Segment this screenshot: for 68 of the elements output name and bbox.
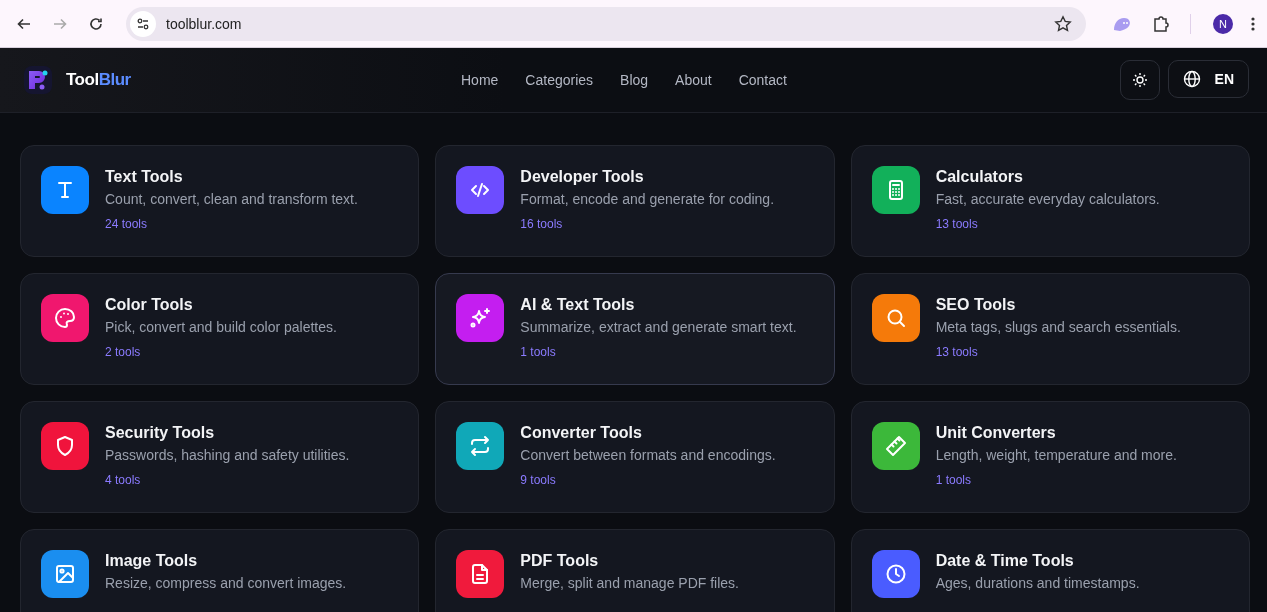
category-description: Meta tags, slugs and search essentials. [935,319,1181,335]
url-text: toolblur.com [166,15,242,32]
tool-count: 24 tools [105,217,149,231]
tool-count: 1 tools [935,473,972,487]
logo-icon[interactable] [24,66,52,94]
menu-icon[interactable] [1251,15,1255,32]
logo-text[interactable]: ToolBlur [66,70,131,90]
category-card[interactable]: Unit Converters Length, weight, temperature and more. 1 tools [850,401,1250,513]
category-card[interactable]: Color Tools Pick, convert and build color palettes. 2 tools [20,273,420,385]
tool-count: 2 tools [105,345,142,359]
tool-count: 4 tools [105,473,142,487]
category-card[interactable]: SEO Tools Meta tags, slugs and search essentials. 13 tools [850,273,1250,385]
category-description: Length, weight, temperature and more. [935,447,1177,463]
theme-toggle-button[interactable] [1119,60,1160,100]
category-card[interactable]: Text Tools Count, convert, clean and transform text. 24 tools [20,145,420,257]
category-description: Resize, compress and convert images. [105,575,347,591]
tool-count: 13 tools [935,345,979,359]
category-title: Image Tools [105,552,199,570]
nav-link[interactable]: Blog [620,72,649,88]
category-description: Pick, convert and build color palettes. [105,319,337,335]
nav-link[interactable]: About [675,72,712,88]
address-bar[interactable]: toolblur.com [126,6,1086,41]
category-title: Converter Tools [520,424,643,442]
tool-count: 13 tools [935,217,979,231]
category-card[interactable]: Converter Tools Convert between formats and encodings. 9 tools [435,401,835,513]
site-settings-icon[interactable] [130,10,156,37]
tool-count: 9 tools [520,473,557,487]
category-card[interactable]: Calculators Fast, accurate everyday calculators. 13 tools [850,145,1250,257]
category-description: Summarize, extract and generate smart text. [520,319,797,335]
category-description: Ages, durations and timestamps. [935,575,1140,591]
language-button[interactable]: EN [1167,60,1249,98]
category-title: Security Tools [105,424,216,442]
globe-icon [1182,70,1201,88]
category-card[interactable]: Developer Tools Format, encode and generate for coding. 16 tools [435,145,835,257]
category-title: PDF Tools [520,552,600,570]
tool-count: 16 tools [520,217,564,231]
category-title: Text Tools [105,168,184,186]
category-description: Convert between formats and encodings. [520,447,776,463]
category-card[interactable]: Date & Time Tools Ages, durations and timestamps. [850,529,1250,612]
category-description: Merge, split and manage PDF files. [520,575,739,591]
category-card[interactable]: PDF Tools Merge, split and manage PDF files. [435,529,835,612]
profile-avatar[interactable]: N [1213,13,1233,34]
nav-link[interactable]: Home [461,72,499,88]
tool-count: 1 tools [520,345,557,359]
puzzle-icon[interactable] [1152,14,1170,33]
image-icon [53,562,77,586]
category-title: Color Tools [105,296,194,314]
ruler-icon [883,434,908,458]
category-card[interactable]: Image Tools Resize, compress and convert images. [20,529,420,612]
category-title: Calculators [935,168,1024,186]
category-description: Format, encode and generate for coding. [520,191,775,207]
category-card[interactable]: AI & Text Tools Summarize, extract and generate smart text. 1 tools [435,273,835,385]
category-title: Date & Time Tools [935,552,1075,570]
reload-icon [88,15,104,32]
category-title: Developer Tools [520,168,645,186]
nav-link[interactable]: Categories [525,72,594,88]
category-description: Fast, accurate everyday calculators. [935,191,1160,207]
category-card[interactable]: Security Tools Passwords, hashing and safety utilities. 4 tools [20,401,420,513]
category-title: Unit Converters [935,424,1057,442]
palette-icon [53,306,77,330]
bookmark-star-icon[interactable] [1054,14,1072,33]
sparkle-icon [468,306,493,330]
category-description: Count, convert, clean and transform text. [105,191,358,207]
category-title: SEO Tools [935,296,1017,314]
sun-icon [1131,72,1148,88]
category-title: AI & Text Tools [520,296,636,314]
nav-link[interactable]: Contact [738,72,787,88]
category-description: Passwords, hashing and safety utilities. [105,447,350,463]
